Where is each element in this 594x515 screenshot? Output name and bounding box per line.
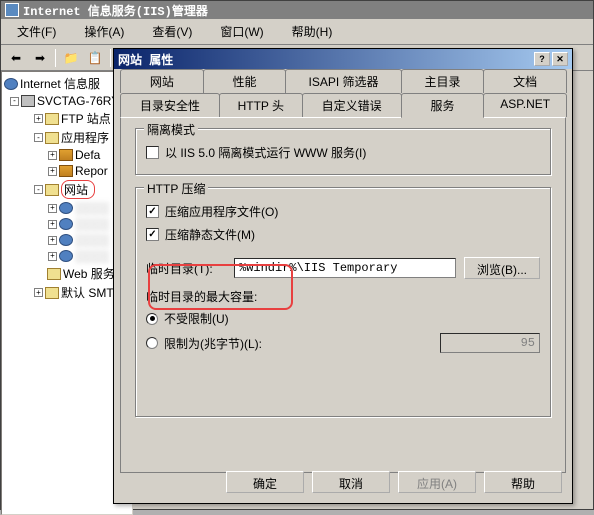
forward-button[interactable]: ➡ <box>29 47 51 69</box>
tab-docs[interactable]: 文档 <box>483 69 567 93</box>
main-titlebar: Internet 信息服务(IIS)管理器 <box>1 1 593 19</box>
cancel-button[interactable]: 取消 <box>312 471 390 493</box>
menu-view[interactable]: 查看(V) <box>140 21 204 42</box>
compression-title: HTTP 压缩 <box>144 180 208 197</box>
tab-isapi[interactable]: ISAPI 筛选器 <box>285 69 401 93</box>
close-button[interactable]: ✕ <box>552 52 568 66</box>
tab-performance[interactable]: 性能 <box>203 69 287 93</box>
dialog-buttons: 确定 取消 应用(A) 帮助 <box>226 471 562 493</box>
main-title: Internet 信息服务(IIS)管理器 <box>23 2 208 19</box>
dialog-help-button[interactable]: 帮助 <box>484 471 562 493</box>
tempdir-label: 临时目录(T): <box>146 260 226 277</box>
isolation-label: 以 IIS 5.0 隔离模式运行 WWW 服务(I) <box>165 144 366 161</box>
tab-website[interactable]: 网站 <box>120 69 204 93</box>
maxsize-label: 临时目录的最大容量: <box>146 288 540 305</box>
back-button[interactable]: ⬅ <box>5 47 27 69</box>
tree-site2[interactable]: +░░░░ <box>4 216 130 232</box>
tab-aspnet[interactable]: ASP.NET <box>483 93 567 117</box>
menu-action[interactable]: 操作(A) <box>72 21 136 42</box>
properties-dialog: 网站 属性 ? ✕ 网站 性能 ISAPI 筛选器 主目录 文档 目录安全性 H… <box>113 48 573 504</box>
limited-label: 限制为(兆字节)(L): <box>164 335 262 352</box>
compress-static-label: 压缩静态文件(M) <box>165 226 255 243</box>
tree-webservice[interactable]: Web 服务 <box>4 264 130 283</box>
limited-radio[interactable] <box>146 337 158 349</box>
menu-help[interactable]: 帮助(H) <box>280 21 345 42</box>
tree-ftp[interactable]: +FTP 站点 <box>4 109 130 128</box>
tree-apps[interactable]: -应用程序 <box>4 128 130 147</box>
tree-root[interactable]: Internet 信息服 <box>4 74 130 93</box>
tree-websites[interactable]: -网站 <box>4 179 130 200</box>
unlimited-label: 不受限制(U) <box>164 310 229 327</box>
tab-http[interactable]: HTTP 头 <box>219 93 303 117</box>
isolation-title: 隔离模式 <box>144 121 198 138</box>
compress-static-checkbox[interactable] <box>146 228 159 241</box>
tree-site4[interactable]: +░░░░ <box>4 248 130 264</box>
globe-icon <box>4 78 18 90</box>
ok-button[interactable]: 确定 <box>226 471 304 493</box>
isolation-checkbox[interactable] <box>146 146 159 159</box>
tree-server[interactable]: - SVCTAG-76RY <box>4 93 130 109</box>
unlimited-radio[interactable] <box>146 313 158 325</box>
computer-icon <box>21 95 35 107</box>
help-button[interactable]: ? <box>534 52 550 66</box>
browse-button[interactable]: 浏览(B)... <box>464 257 540 279</box>
menu-file[interactable]: 文件(F) <box>5 21 68 42</box>
tab-dirsec[interactable]: 目录安全性 <box>120 93 220 117</box>
tree-smtp[interactable]: +默认 SMT <box>4 283 130 302</box>
tree-site3[interactable]: +░░░░ <box>4 232 130 248</box>
compress-apps-label: 压缩应用程序文件(O) <box>165 203 278 220</box>
compression-group: HTTP 压缩 压缩应用程序文件(O) 压缩静态文件(M) 临时目录(T): %… <box>135 187 551 417</box>
app-icon <box>5 3 19 17</box>
tab-panel: 隔离模式 以 IIS 5.0 隔离模式运行 WWW 服务(I) HTTP 压缩 … <box>120 117 566 473</box>
expand-box[interactable]: - <box>10 97 19 106</box>
isolation-group: 隔离模式 以 IIS 5.0 隔离模式运行 WWW 服务(I) <box>135 128 551 175</box>
dialog-title: 网站 属性 <box>118 51 173 68</box>
tab-errors[interactable]: 自定义错误 <box>302 93 402 117</box>
size-input: 95 <box>440 333 540 353</box>
up-button[interactable]: 📁 <box>60 47 82 69</box>
dialog-titlebar[interactable]: 网站 属性 ? ✕ <box>114 49 572 69</box>
menubar: 文件(F) 操作(A) 查看(V) 窗口(W) 帮助(H) <box>1 19 593 45</box>
menu-window[interactable]: 窗口(W) <box>208 21 275 42</box>
tempdir-input[interactable]: %windir%\IIS Temporary Compres <box>234 258 456 278</box>
tree-site1[interactable]: +░░░░ <box>4 200 130 216</box>
tab-service[interactable]: 服务 <box>401 93 485 118</box>
apply-button[interactable]: 应用(A) <box>398 471 476 493</box>
tree-repor[interactable]: +Repor <box>4 163 130 179</box>
tab-homedir[interactable]: 主目录 <box>401 69 485 93</box>
tree-defa[interactable]: +Defa <box>4 147 130 163</box>
properties-button[interactable]: 📋 <box>84 47 106 69</box>
compress-apps-checkbox[interactable] <box>146 205 159 218</box>
